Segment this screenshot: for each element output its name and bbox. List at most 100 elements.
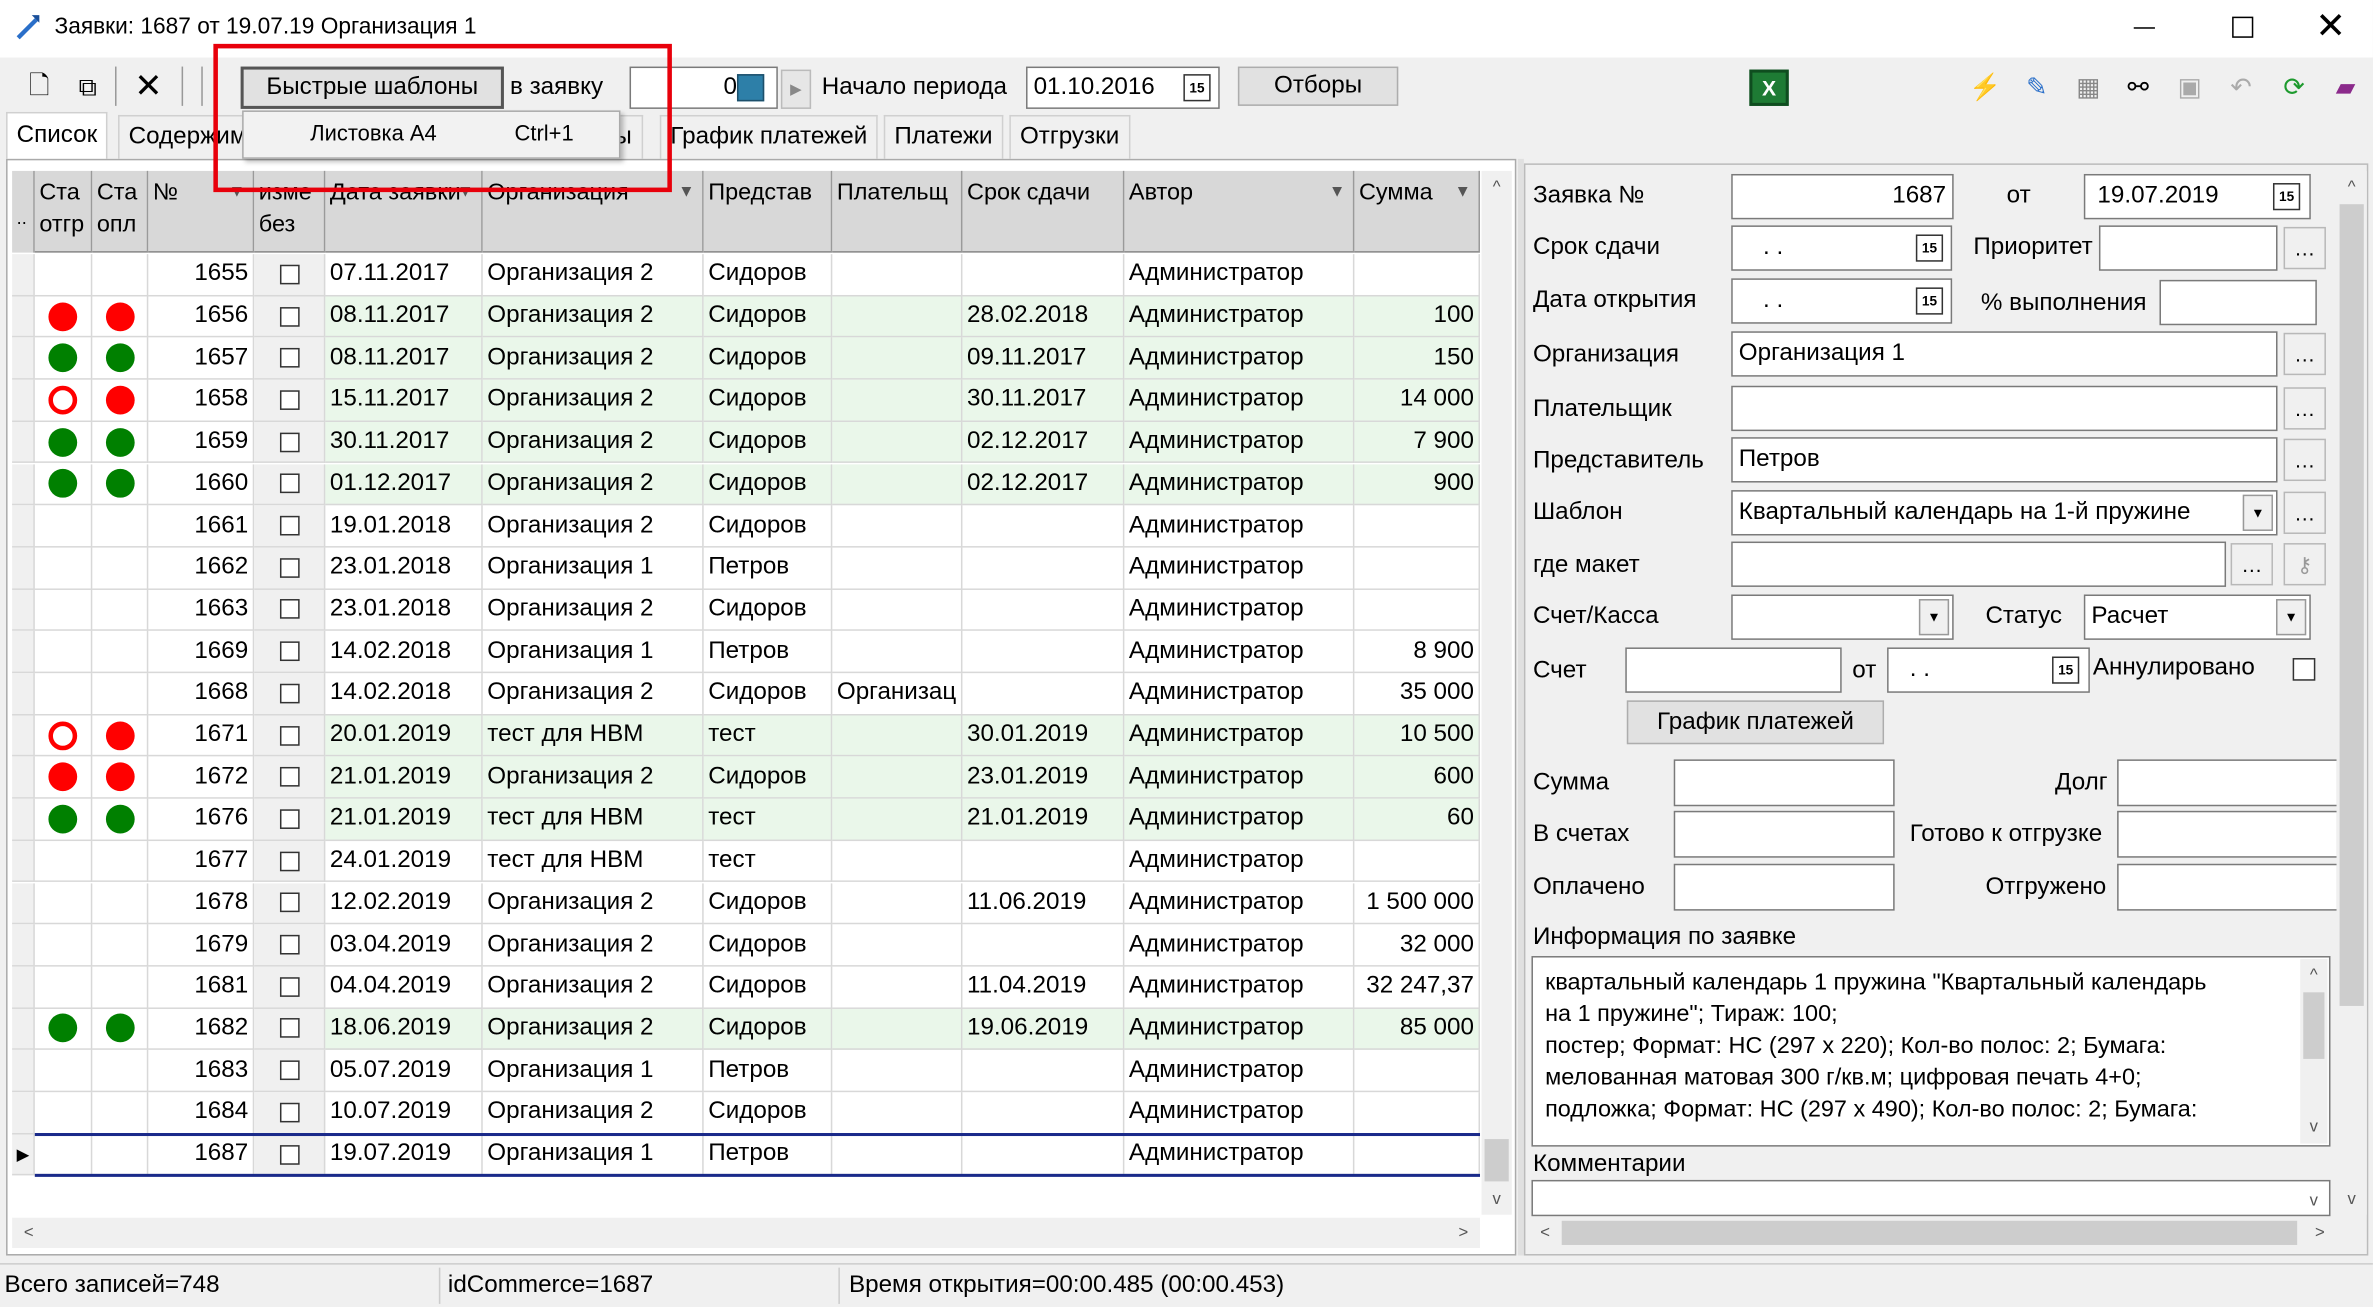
cell-due[interactable]: 11.06.2019 <box>962 882 1125 925</box>
cell-payer[interactable] <box>832 254 963 297</box>
cell-date[interactable]: 12.02.2019 <box>325 882 483 925</box>
cell-s1[interactable] <box>34 421 93 464</box>
info-scroll-down-icon[interactable]: v <box>2300 1113 2327 1140</box>
undo-icon[interactable]: ↶ <box>2223 70 2259 106</box>
cell-rep[interactable]: Сидоров <box>703 882 833 925</box>
cell-s1[interactable] <box>34 924 93 967</box>
col-header-author[interactable]: Автор ▼ <box>1124 170 1355 253</box>
cell-ind[interactable] <box>12 756 35 799</box>
cell-date[interactable]: 01.12.2017 <box>325 463 483 506</box>
cell-n[interactable]: 1681 <box>148 966 255 1009</box>
changed-checkbox[interactable] <box>279 767 299 787</box>
payer-input[interactable] <box>1731 385 2278 432</box>
maximize-icon[interactable] <box>2232 16 2254 38</box>
account-select[interactable]: ▼ <box>1731 594 1954 640</box>
cell-sum[interactable]: 85 000 <box>1354 1008 1481 1051</box>
cell-ind[interactable] <box>12 421 35 464</box>
cell-chk[interactable] <box>254 421 326 464</box>
form-scroll-up-icon[interactable]: ^ <box>2338 174 2365 201</box>
cell-date[interactable]: 23.01.2018 <box>325 547 483 590</box>
cell-rep[interactable]: Сидоров <box>703 756 833 799</box>
cell-org[interactable]: Организация 2 <box>482 379 704 422</box>
col-header-due[interactable]: Срок сдачи <box>962 170 1125 253</box>
cell-n[interactable]: 1660 <box>148 463 255 506</box>
cell-due[interactable]: 09.11.2017 <box>962 337 1125 380</box>
cell-org[interactable]: Организация 2 <box>482 673 704 716</box>
grid-vscroll-thumb[interactable] <box>1484 1139 1509 1182</box>
changed-checkbox[interactable] <box>279 934 299 955</box>
cell-sum[interactable]: 60 <box>1354 798 1481 841</box>
cancelled-checkbox[interactable] <box>2292 658 2316 681</box>
cell-payer[interactable] <box>832 840 963 883</box>
cell-s2[interactable] <box>92 379 149 422</box>
cell-s2[interactable] <box>92 798 149 841</box>
cell-s2[interactable] <box>92 589 149 632</box>
cell-author[interactable]: Администратор <box>1124 715 1355 757</box>
cell-ind[interactable] <box>12 840 35 883</box>
cell-due[interactable]: 23.01.2019 <box>962 756 1125 799</box>
cell-sum[interactable] <box>1354 254 1481 297</box>
cell-s2[interactable] <box>92 966 149 1009</box>
cell-sum[interactable] <box>1354 547 1481 590</box>
cell-date[interactable]: 04.04.2019 <box>325 966 483 1009</box>
cell-org[interactable]: Организация 2 <box>482 882 704 925</box>
cell-sum[interactable] <box>1354 1092 1481 1135</box>
cell-n[interactable]: 1658 <box>148 379 255 422</box>
changed-checkbox[interactable] <box>279 515 299 536</box>
cell-rep[interactable]: Сидоров <box>703 505 833 548</box>
cell-org[interactable]: тест для НВМ <box>482 840 704 883</box>
changed-checkbox[interactable] <box>279 641 299 662</box>
cell-sum[interactable]: 35 000 <box>1354 673 1481 716</box>
cell-payer[interactable] <box>832 966 963 1009</box>
changed-checkbox[interactable] <box>279 976 299 997</box>
cell-n[interactable]: 1683 <box>148 1050 255 1093</box>
cell-chk[interactable] <box>254 589 326 632</box>
changed-checkbox[interactable] <box>279 599 299 620</box>
save-icon[interactable]: ▣ <box>2172 70 2208 106</box>
cell-s1[interactable] <box>34 254 93 297</box>
cell-s2[interactable] <box>92 254 149 297</box>
layout-input[interactable] <box>1731 541 2227 587</box>
priority-input[interactable] <box>2098 225 2278 271</box>
cell-s2[interactable] <box>92 882 149 925</box>
cell-s1[interactable] <box>34 505 93 548</box>
cell-author[interactable]: Администратор <box>1124 1050 1355 1093</box>
cell-n[interactable]: 1682 <box>148 1008 255 1051</box>
cell-date[interactable]: 08.11.2017 <box>325 296 483 338</box>
cell-author[interactable]: Администратор <box>1124 505 1355 548</box>
template-picker-button[interactable]: … <box>2283 491 2326 534</box>
cell-date[interactable]: 19.07.2019 <box>325 1134 483 1176</box>
cell-org[interactable]: Организация 2 <box>482 756 704 799</box>
grid-hscrollbar[interactable]: < > <box>12 1217 1481 1248</box>
new-document-icon[interactable]: 🗋 <box>21 70 57 106</box>
cell-date[interactable]: 07.11.2017 <box>325 254 483 297</box>
cell-author[interactable]: Администратор <box>1124 673 1355 716</box>
cell-date[interactable]: 23.01.2018 <box>325 589 483 632</box>
cell-s1[interactable] <box>34 798 93 841</box>
cell-s2[interactable] <box>92 1050 149 1093</box>
cell-s2[interactable] <box>92 673 149 716</box>
cell-chk[interactable] <box>254 254 326 297</box>
cell-org[interactable]: Организация 2 <box>482 505 704 548</box>
cell-due[interactable]: 11.04.2019 <box>962 966 1125 1009</box>
refresh-icon[interactable]: ⟳ <box>2276 70 2312 106</box>
cell-due[interactable]: 28.02.2018 <box>962 296 1125 338</box>
cell-s2[interactable] <box>92 337 149 380</box>
cell-chk[interactable] <box>254 966 326 1009</box>
cell-author[interactable]: Администратор <box>1124 296 1355 338</box>
status-dropdown-icon[interactable]: ▼ <box>2276 599 2307 636</box>
cell-n[interactable]: 1656 <box>148 296 255 338</box>
cell-payer[interactable] <box>832 589 963 632</box>
cell-sum[interactable] <box>1354 589 1481 632</box>
debt-input[interactable] <box>2117 759 2339 807</box>
cell-payer[interactable] <box>832 1134 963 1176</box>
cell-s2[interactable] <box>92 924 149 967</box>
cell-rep[interactable]: Сидоров <box>703 296 833 338</box>
invoice-input[interactable] <box>1625 647 1842 693</box>
ready-input[interactable] <box>2117 810 2339 858</box>
invoice-date-calendar-icon[interactable]: 15 <box>2052 656 2080 684</box>
cell-rep[interactable]: Сидоров <box>703 379 833 422</box>
cell-rep[interactable]: тест <box>703 715 833 757</box>
cell-org[interactable]: тест для НВМ <box>482 715 704 757</box>
cell-sum[interactable] <box>1354 1050 1481 1093</box>
